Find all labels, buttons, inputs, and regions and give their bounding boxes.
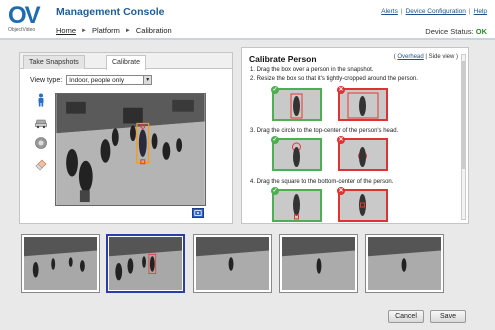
step-3: 3. Drag the circle to the top-center of …	[250, 128, 399, 134]
side-view-label: Side view	[428, 54, 455, 60]
view-type-select[interactable]: Indoor, people only ▼	[66, 75, 153, 85]
device-status-value: OK	[475, 27, 487, 36]
view-type-row: View type: Indoor, people only ▼	[30, 75, 153, 85]
example-bad-head: ✕	[337, 136, 388, 171]
alerts-link[interactable]: Alerts	[381, 8, 398, 15]
checkmark-icon: ✓	[271, 187, 279, 195]
breadcrumb-arrow-icon: ►	[124, 27, 131, 34]
view-mode-links: ( Overhead | Side view )	[393, 54, 458, 60]
calibration-view-panel: Take Snapshots Calibrate View type: Indo…	[19, 52, 233, 224]
example-good-box: ✓	[271, 86, 322, 121]
checkmark-icon: ✓	[271, 86, 279, 94]
error-icon: ✕	[337, 86, 345, 94]
car-icon[interactable]	[34, 115, 48, 129]
tab-take-snapshots[interactable]: Take Snapshots	[23, 55, 85, 69]
example-bad-foot: ✕	[337, 187, 388, 222]
device-status-label: Device Status:	[425, 27, 474, 36]
breadcrumb-platform[interactable]: Platform	[92, 26, 120, 35]
header: OV ObjectVideo Management Console Home ►…	[0, 0, 495, 40]
scrollbar-thumb[interactable]	[462, 61, 465, 169]
cancel-button[interactable]: Cancel	[388, 310, 424, 323]
objectvideo-logo: OV ObjectVideo	[8, 4, 44, 36]
snapshot-thumbnail-4[interactable]	[279, 234, 358, 293]
step-2: 2. Resize the box so that it's tightly-c…	[250, 76, 418, 82]
device-status: Device Status: OK	[425, 27, 487, 36]
step-1: 1. Drag the box over a person in the sna…	[250, 67, 374, 73]
help-link[interactable]: Help	[474, 8, 487, 15]
person-icon[interactable]	[34, 93, 48, 107]
device-configuration-link[interactable]: Device Configuration	[406, 8, 466, 15]
view-type-label: View type:	[30, 76, 63, 84]
snapshot-thumbnail-1[interactable]	[21, 234, 100, 293]
snapshot-thumbnail-5[interactable]	[365, 234, 444, 293]
eraser-icon[interactable]	[34, 157, 48, 171]
example-good-head: ✓	[271, 136, 322, 171]
tab-bar: Take Snapshots Calibrate	[20, 53, 232, 70]
example-good-foot: ✓	[271, 187, 322, 222]
breadcrumb-home[interactable]: Home	[56, 26, 76, 35]
breadcrumb-calibration: Calibration	[135, 26, 172, 35]
link-divider: |	[400, 8, 403, 15]
logo-text: ObjectVideo	[8, 27, 36, 33]
error-icon: ✕	[337, 187, 345, 195]
breadcrumb-arrow-icon: ►	[81, 27, 87, 34]
app-title: Management Console	[56, 6, 165, 18]
link-divider: |	[468, 8, 471, 15]
tab-calibrate[interactable]: Calibrate	[106, 55, 147, 70]
chevron-down-icon: ▼	[143, 76, 152, 84]
overhead-link[interactable]: Overhead	[397, 54, 423, 60]
wheel-icon[interactable]	[34, 136, 48, 150]
camera-snapshot[interactable]	[55, 93, 206, 206]
top-links: Alerts | Device Configuration | Help	[381, 8, 487, 15]
screen-tool-icon[interactable]	[192, 208, 204, 218]
save-button[interactable]: Save	[430, 310, 466, 323]
logo-mark: OV	[8, 2, 41, 29]
example-bad-box: ✕	[337, 86, 388, 121]
calibrate-person-title: Calibrate Person	[249, 54, 317, 64]
snapshot-thumbnail-2[interactable]	[106, 234, 185, 293]
breadcrumb: Home ► Platform ► Calibration	[56, 26, 172, 35]
step-4: 4. Drag the square to the bottom-center …	[250, 179, 394, 185]
snapshot-thumbnail-3[interactable]	[193, 234, 272, 293]
calibrate-person-panel: Calibrate Person ( Overhead | Side view …	[241, 47, 469, 224]
view-type-value: Indoor, people only	[69, 77, 125, 84]
error-icon: ✕	[337, 136, 345, 144]
panel-scrollbar[interactable]	[461, 54, 466, 220]
checkmark-icon: ✓	[271, 136, 279, 144]
